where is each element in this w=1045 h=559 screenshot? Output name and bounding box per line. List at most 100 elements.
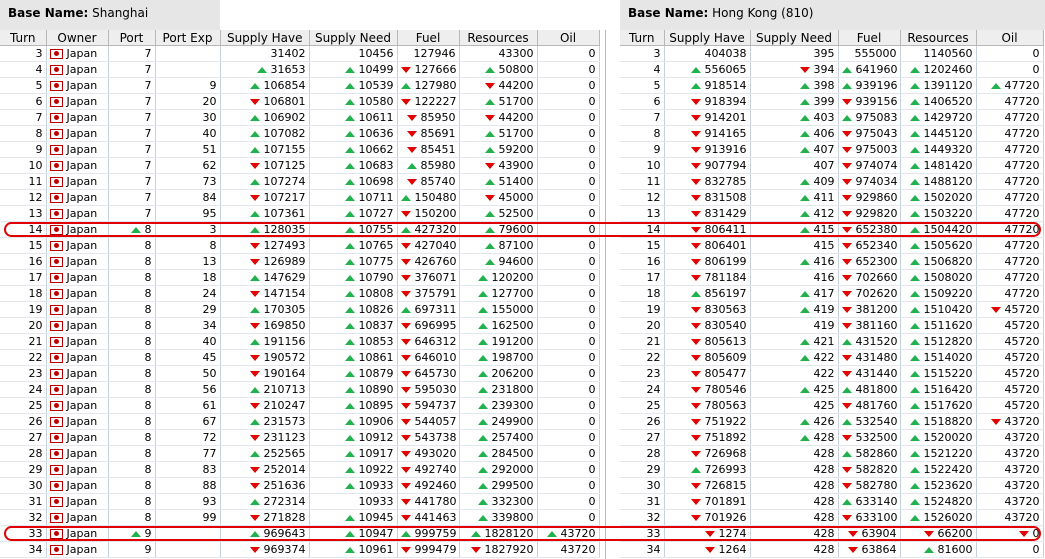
table-row[interactable]: 251636 10933 492460 299500 0 [221,477,600,494]
table-row[interactable]: 18 856197 417 702620 1509220 47720 [620,285,1044,302]
table-row[interactable]: 14 806411 415 652380 1504420 47720 [620,221,1044,238]
table-row[interactable]: 210247 10895 594737 239300 0 [221,397,600,414]
table-row[interactable]: 107217 10711 150480 45000 0 [221,189,600,206]
table-row[interactable]: 106854 10539 127980 44200 0 [221,77,600,94]
table-row[interactable]: 4 Japan 7 [0,61,221,78]
hongkong-header-oil[interactable]: Oil [976,30,1044,46]
table-row[interactable]: 969374 10961 999479 1827920 43720 [221,541,600,558]
table-row[interactable]: 33 1274 428 63904 66200 0 [620,525,1044,542]
shanghai-own-header-turn[interactable]: Turn [0,30,47,46]
table-row[interactable]: 969643 10947 999759 1828120 43720 [221,525,600,542]
shanghai-sup-header-supply-need[interactable]: Supply Need [309,30,398,46]
table-row[interactable]: 6 Japan 7 20 [0,93,221,110]
table-row[interactable]: 11 Japan 7 73 [0,173,221,190]
table-row[interactable]: 31653 10499 127666 50800 0 [221,61,600,78]
table-row[interactable]: 10 Japan 7 62 [0,157,221,174]
hongkong-header-resources[interactable]: Resources [900,30,977,46]
table-row[interactable]: 147154 10808 375791 127700 0 [221,285,600,302]
table-row[interactable]: 4 556065 394 641960 1202460 0 [620,61,1044,78]
table-row[interactable]: 25 780563 425 481760 1517620 45720 [620,397,1044,414]
table-row[interactable]: 26 Japan 8 67 [0,413,221,430]
table-row[interactable]: 25 Japan 8 61 [0,397,221,414]
table-row[interactable]: 17 Japan 8 18 [0,269,221,286]
table-row[interactable]: 29 Japan 8 83 [0,461,221,478]
table-row[interactable]: 272314 10933 441780 332300 0 [221,493,600,510]
table-row[interactable]: 13 Japan 7 95 [0,205,221,222]
table-row[interactable]: 252565 10917 493020 284500 0 [221,445,600,462]
table-row[interactable]: 6 918394 399 939156 1406520 47720 [620,93,1044,110]
table-row[interactable]: 21 Japan 8 40 [0,333,221,350]
table-row[interactable]: 28 Japan 8 77 [0,445,221,462]
table-row[interactable]: 11 832785 409 974034 1488120 47720 [620,173,1044,190]
table-row[interactable]: 107274 10698 85740 51400 0 [221,173,600,190]
table-row[interactable]: 32 Japan 8 99 [0,509,221,526]
table-row[interactable]: 190164 10879 645730 206200 0 [221,365,600,382]
table-row[interactable]: 271828 10945 441463 339800 0 [221,509,600,526]
hongkong-header-turn[interactable]: Turn [620,30,665,46]
table-row[interactable]: 169850 10837 696995 162500 0 [221,317,600,334]
table-row[interactable]: 190572 10861 646010 198700 0 [221,349,600,366]
table-row[interactable]: 16 Japan 8 13 [0,253,221,270]
shanghai-own-header-owner[interactable]: Owner [46,30,109,46]
hongkong-header-fuel[interactable]: Fuel [838,30,901,46]
table-row[interactable]: 7 914201 403 975083 1429720 47720 [620,109,1044,126]
table-row[interactable]: 18 Japan 8 24 [0,285,221,302]
table-row[interactable]: 31 701891 428 633140 1524820 43720 [620,493,1044,510]
table-row[interactable]: 107082 10636 85691 51700 0 [221,125,600,142]
table-row[interactable]: 231573 10906 544057 249900 0 [221,413,600,430]
table-row[interactable]: 24 Japan 8 56 [0,381,221,398]
table-row[interactable]: 26 751922 426 532540 1518820 43720 [620,413,1044,430]
table-row[interactable]: 20 830540 419 381160 1511620 45720 [620,317,1044,334]
shanghai-sup-header-supply-have[interactable]: Supply Have [221,30,310,46]
table-row[interactable]: 28 726968 428 582860 1521220 43720 [620,445,1044,462]
table-row[interactable]: 22 Japan 8 45 [0,349,221,366]
table-row[interactable]: 23 805477 422 431440 1515220 45720 [620,365,1044,382]
shanghai-sup-header-oil[interactable]: Oil [537,30,600,46]
table-row[interactable]: 170305 10826 697311 155000 0 [221,301,600,318]
table-row[interactable]: 191156 10853 646312 191200 0 [221,333,600,350]
table-row[interactable]: 9 Japan 7 51 [0,141,221,158]
table-row[interactable]: 107155 10662 85451 59200 0 [221,141,600,158]
table-row[interactable]: 32 701926 428 633100 1526020 43720 [620,509,1044,526]
table-row[interactable]: 19 830563 419 381200 1510420 45720 [620,301,1044,318]
shanghai-own-header-port[interactable]: Port [108,30,156,46]
table-row[interactable]: 23 Japan 8 50 [0,365,221,382]
table-row[interactable]: 27 751892 428 532500 1520020 43720 [620,429,1044,446]
table-row[interactable]: 231123 10912 543738 257400 0 [221,429,600,446]
hongkong-header-supply-need[interactable]: Supply Need [750,30,839,46]
shanghai-sup-header-resources[interactable]: Resources [459,30,538,46]
table-row[interactable]: 14 Japan 8 3 [0,221,221,238]
table-row[interactable]: 31402 10456 127946 43300 0 [221,45,600,62]
table-row[interactable]: 17 781184 416 702660 1508020 47720 [620,269,1044,286]
table-row[interactable]: 34 Japan 9 [0,541,221,558]
table-row[interactable]: 106902 10611 85950 44200 0 [221,109,600,126]
table-row[interactable]: 252014 10922 492740 292000 0 [221,461,600,478]
table-row[interactable]: 31 Japan 8 93 [0,493,221,510]
table-row[interactable]: 22 805609 422 431480 1514020 45720 [620,349,1044,366]
table-row[interactable]: 16 806199 416 652300 1506820 47720 [620,253,1044,270]
shanghai-sup-header-fuel[interactable]: Fuel [397,30,460,46]
table-row[interactable]: 3 Japan 7 [0,45,221,62]
table-row[interactable]: 19 Japan 8 29 [0,301,221,318]
table-row[interactable]: 107361 10727 150200 52500 0 [221,205,600,222]
table-row[interactable]: 5 918514 398 939196 1391120 47720 [620,77,1044,94]
table-row[interactable]: 8 Japan 7 40 [0,125,221,142]
table-row[interactable]: 12 831508 411 929860 1502020 47720 [620,189,1044,206]
table-row[interactable]: 127493 10765 427040 87100 0 [221,237,600,254]
table-row[interactable]: 128035 10755 427320 79600 0 [221,221,600,238]
table-row[interactable]: 106801 10580 122227 51700 0 [221,93,600,110]
table-row[interactable]: 12 Japan 7 84 [0,189,221,206]
table-row[interactable]: 15 806401 415 652340 1505620 47720 [620,237,1044,254]
table-row[interactable]: 15 Japan 8 8 [0,237,221,254]
table-row[interactable]: 9 913916 407 975003 1449320 47720 [620,141,1044,158]
table-row[interactable]: 10 907794 407 974074 1481420 47720 [620,157,1044,174]
table-row[interactable]: 33 Japan 9 [0,525,221,542]
table-row[interactable]: 13 831429 412 929820 1503220 47720 [620,205,1044,222]
table-row[interactable]: 30 726815 428 582780 1523620 43720 [620,477,1044,494]
table-row[interactable]: 126989 10775 426760 94600 0 [221,253,600,270]
table-row[interactable]: 8 914165 406 975043 1445120 47720 [620,125,1044,142]
table-row[interactable]: 34 1264 428 63864 81600 0 [620,541,1044,558]
shanghai-own-header-port-exp[interactable]: Port Exp [155,30,221,46]
table-row[interactable]: 21 805613 421 431520 1512820 45720 [620,333,1044,350]
hongkong-header-supply-have[interactable]: Supply Have [664,30,751,46]
